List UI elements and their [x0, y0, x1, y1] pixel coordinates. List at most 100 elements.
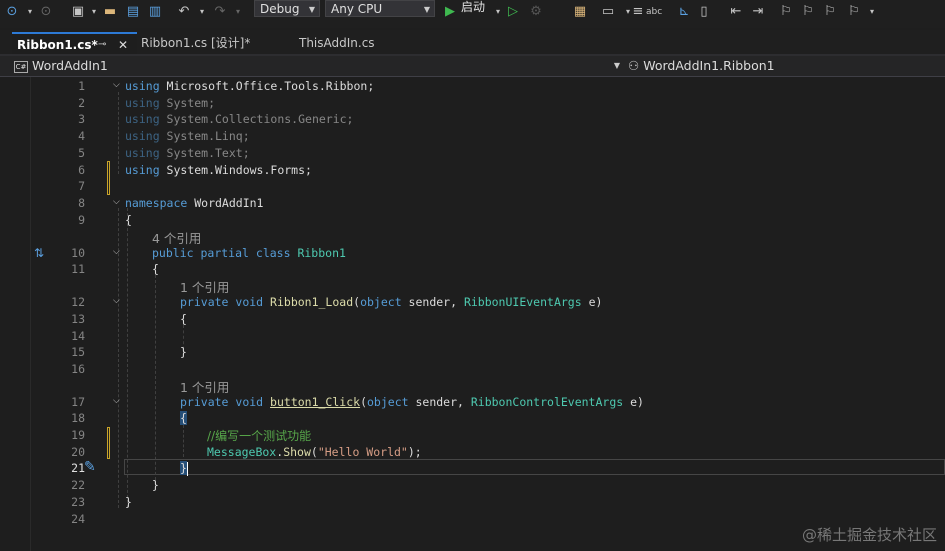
tab-thisaddin-cs[interactable]: ThisAddIn.cs	[299, 32, 409, 54]
prev-bookmark-icon[interactable]: ⚐	[800, 4, 816, 20]
file-icon[interactable]: ▯	[696, 4, 712, 20]
code-line[interactable]: namespace WordAddIn1	[125, 196, 263, 210]
toggle-icon[interactable]: ⊾	[676, 4, 692, 20]
attach-icon[interactable]: ⚙	[528, 4, 544, 20]
keyword: using	[125, 96, 160, 110]
new-project-icon[interactable]: ▣	[70, 4, 86, 20]
next-bookmark-icon[interactable]: ⚐	[822, 4, 838, 20]
line-number: 15	[71, 345, 85, 359]
code-line[interactable]: }	[152, 478, 159, 492]
clear-bookmarks-icon[interactable]: ⚐	[846, 4, 862, 20]
solution-explorer-icon[interactable]: ▦	[572, 4, 588, 20]
toolbar-overflow-icon[interactable]: ▾	[864, 4, 880, 20]
fold-toggle-icon[interactable]: ⌵	[113, 80, 120, 90]
undo-icon[interactable]: ↶	[176, 4, 192, 20]
outdent-icon[interactable]: ⇤	[728, 4, 744, 20]
code-line[interactable]: }	[125, 495, 132, 509]
navigation-bar: C# WordAddIn1 ▼ ⚇ WordAddIn1.Ribbon1	[0, 56, 945, 77]
redo-icon[interactable]: ↷	[212, 4, 228, 20]
indent-icon[interactable]: ⇥	[750, 4, 766, 20]
project-dropdown[interactable]: C# WordAddIn1 ▼	[14, 57, 620, 75]
forward-icon[interactable]: ⊙	[38, 4, 54, 20]
start-dropdown-icon[interactable]: ▾	[490, 4, 506, 20]
save-all-icon[interactable]: ▥	[147, 4, 163, 20]
code-line[interactable]: {	[125, 213, 132, 227]
code-line[interactable]: {	[152, 262, 159, 276]
code-line[interactable]: private void button1_Click(object sender…	[180, 395, 644, 409]
class-icon: ⚇	[628, 58, 640, 73]
fold-toggle-icon[interactable]: ⌵	[113, 396, 120, 406]
spellcheck-icon[interactable]: abc	[646, 4, 662, 20]
code-line[interactable]: }	[180, 461, 188, 476]
code-text: (	[310, 445, 318, 459]
code-line[interactable]: private void Ribbon1_Load(object sender,…	[180, 295, 602, 309]
start-button-label[interactable]: 启动	[461, 0, 485, 14]
platform-dropdown[interactable]: Any CPU ▼	[325, 0, 435, 17]
undo-dropdown-icon[interactable]: ▾	[194, 4, 210, 20]
back-icon[interactable]: ⊙	[4, 4, 20, 20]
codelens-references[interactable]: 4 个引用	[152, 228, 201, 247]
quick-action-icon[interactable]: ✎	[84, 459, 96, 475]
code-line[interactable]: using System.Linq;	[125, 129, 250, 143]
line-number: 13	[71, 312, 85, 326]
codelens-references[interactable]: 1 个引用	[180, 277, 229, 296]
configuration-dropdown[interactable]: Debug ▼	[254, 0, 320, 17]
code-line[interactable]: using System;	[125, 96, 215, 110]
project-name: WordAddIn1	[31, 58, 108, 73]
code-line[interactable]: {	[180, 411, 187, 425]
keyword: private	[180, 295, 229, 309]
code-line[interactable]: using Microsoft.Office.Tools.Ribbon;	[125, 79, 374, 93]
redo-dropdown-icon[interactable]: ▾	[230, 4, 246, 20]
code-comment[interactable]: //编写一个测试功能	[207, 427, 311, 444]
method-name: Show	[283, 445, 311, 459]
save-icon[interactable]: ▤	[125, 4, 141, 20]
close-icon[interactable]: ✕	[118, 34, 128, 56]
codelens-references[interactable]: 1 个引用	[180, 377, 229, 396]
code-line[interactable]: using System.Text;	[125, 146, 250, 160]
line-number: 19	[71, 428, 85, 442]
keyword: void	[235, 395, 264, 409]
fold-toggle-icon[interactable]: ⌵	[113, 296, 120, 306]
chevron-down-icon: ▼	[308, 5, 315, 14]
code-text: sender,	[408, 395, 471, 409]
fold-toggle-icon[interactable]: ⌵	[113, 197, 120, 207]
tab-label: Ribbon1.cs*	[17, 38, 98, 52]
start-without-debug-icon[interactable]: ▷	[505, 4, 521, 20]
code-line[interactable]: }	[180, 345, 187, 359]
play-icon[interactable]: ▶	[442, 4, 458, 20]
code-text: {	[152, 262, 159, 276]
line-number: 18	[71, 411, 85, 425]
fold-toggle-icon[interactable]: ⌵	[113, 247, 120, 257]
open-folder-icon[interactable]: ▬	[102, 4, 118, 20]
change-marker	[107, 161, 110, 195]
code-line[interactable]: using System.Windows.Forms;	[125, 163, 312, 177]
watermark: @稀土掘金技术社区	[801, 526, 937, 544]
keyword: void	[235, 295, 264, 309]
align-icon[interactable]: ≡	[630, 4, 646, 20]
line-number: 3	[78, 112, 85, 126]
bookmark-icon[interactable]: ⚐	[778, 4, 794, 20]
code-line[interactable]: public partial class Ribbon1	[152, 246, 346, 260]
tab-ribbon1-designer[interactable]: Ribbon1.cs [设计]*	[141, 32, 281, 54]
line-number: 22	[71, 478, 85, 492]
new-dropdown-icon[interactable]: ▾	[86, 4, 102, 20]
line-number: 7	[78, 179, 85, 193]
code-line[interactable]: MessageBox.Show("Hello World");	[207, 445, 422, 459]
code-line[interactable]: {	[180, 312, 187, 326]
code-text: );	[407, 445, 422, 459]
type-name: MessageBox	[207, 445, 277, 459]
code-text: }	[125, 495, 132, 509]
type-dropdown[interactable]: ⚇ WordAddIn1.Ribbon1	[628, 57, 928, 75]
code-line[interactable]: using System.Collections.Generic;	[125, 112, 354, 126]
type-name: Ribbon1	[297, 246, 346, 260]
tab-ribbon1-cs[interactable]: Ribbon1.cs* ⊸ ✕	[12, 32, 137, 54]
layout-icon[interactable]: ▭	[600, 4, 616, 20]
pin-icon[interactable]: ⊸	[98, 34, 106, 56]
platform-value: Any CPU	[331, 2, 383, 16]
change-marker	[107, 427, 110, 459]
line-number: 23	[71, 495, 85, 509]
line-number: 20	[71, 445, 85, 459]
code-text: e)	[581, 295, 603, 309]
back-dropdown-icon[interactable]: ▾	[22, 4, 38, 20]
matched-brace: }	[180, 461, 187, 475]
